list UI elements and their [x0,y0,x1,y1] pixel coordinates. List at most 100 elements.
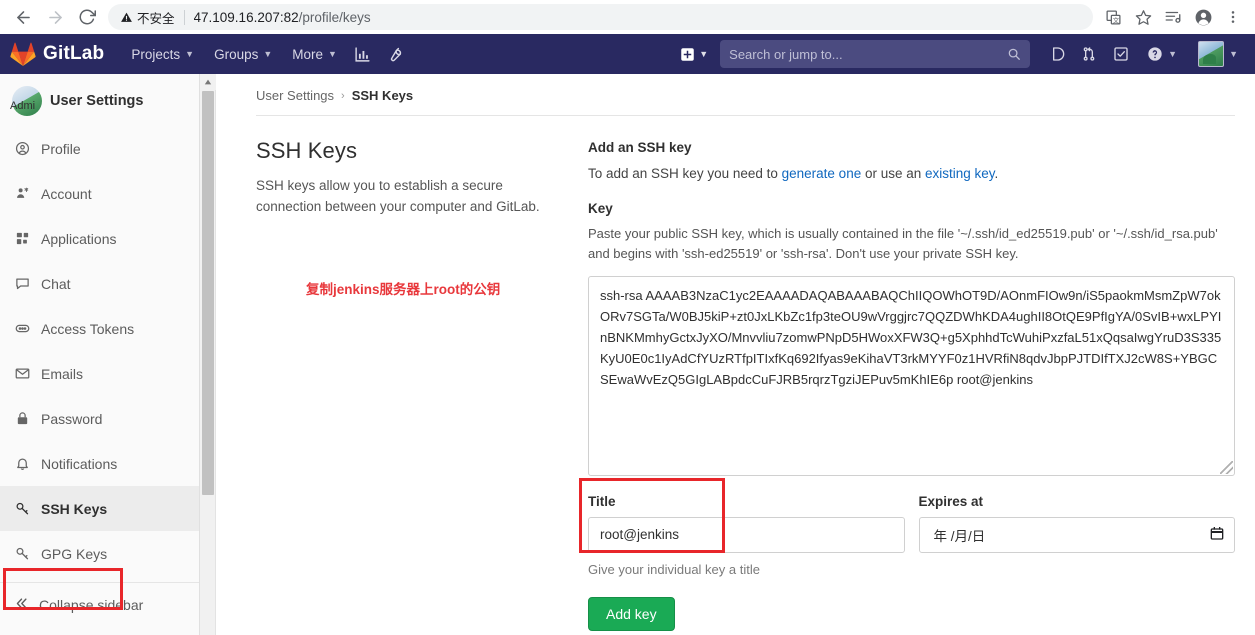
sidebar-item-gpg-keys[interactable]: GPG Keys [0,531,215,576]
sidebar-item-label: Emails [41,365,84,382]
sidebar-item-label: Applications [41,230,117,247]
help-circle-icon [1148,47,1162,61]
breadcrumb-separator-icon: › [341,89,345,102]
url-text: 47.109.16.207:82/profile/keys [194,10,371,25]
sidebar-item-emails[interactable]: Emails [0,351,215,396]
insecure-label: 不安全 [137,11,175,26]
sidebar-item-profile[interactable]: Profile [0,126,215,171]
sidebar-header: Admi User Settings [0,74,215,126]
chevron-double-left-icon [14,596,29,614]
content-columns: SSH Keys SSH keys allow you to establish… [256,116,1235,631]
bell-icon [14,456,31,471]
sidebar-item-access-tokens[interactable]: Access Tokens [0,306,215,351]
left-description-column: SSH Keys SSH keys allow you to establish… [256,138,546,631]
chat-icon [14,276,31,291]
sidebar-item-ssh-keys[interactable]: SSH Keys [0,486,215,531]
navbar-right: ▼ Search or jump to... ▼ ▼ [674,35,1247,73]
form-intro-text: To add an SSH key you need to generate o… [588,163,1235,185]
gitlab-tanuki-icon [10,42,36,66]
page-title: SSH Keys [256,138,358,163]
sidebar-scrollbar[interactable] [199,74,216,635]
calendar-icon[interactable] [1209,525,1225,544]
forward-arrow-icon[interactable] [40,3,70,31]
merge-requests-icon[interactable] [1074,40,1104,68]
sidebar-nav: Profile Account Applications Chat Access… [0,126,215,635]
sidebar-item-label: Account [41,185,92,202]
insecure-indicator[interactable]: 不安全 [120,8,175,27]
browser-toolbar: 不安全 47.109.16.207:82/profile/keys 文 [0,0,1255,34]
nav-projects-label: Projects [131,46,181,62]
key-icon [14,501,31,516]
scrollbar-thumb[interactable] [202,91,214,495]
expires-field-group: Expires at 年 /月/日 [918,494,1235,577]
issues-icon[interactable] [1042,40,1072,68]
generate-one-link[interactable]: generate one [782,166,862,181]
browser-action-icons: 文 [1097,3,1247,31]
wrench-icon[interactable] [380,40,410,68]
chevron-down-icon: ▼ [185,49,195,59]
avatar: Admi [10,86,42,116]
translate-icon[interactable]: 文 [1099,3,1127,31]
more-menu-icon[interactable] [1219,3,1247,31]
add-key-form: Add an SSH key To add an SSH key you nee… [579,138,1235,631]
expires-date-input[interactable]: 年 /月/日 [918,516,1235,553]
page-description: SSH keys allow you to establish a secure… [256,178,540,214]
sidebar-item-password[interactable]: Password [0,396,215,441]
sidebar-item-account[interactable]: Account [0,171,215,216]
chevron-down-icon: ▼ [1229,49,1238,59]
title-field-group: Title root@jenkins Give your individual … [579,477,905,577]
page-body: Admi User Settings Profile Account Appli… [0,74,1255,635]
todos-icon[interactable] [1106,40,1136,68]
help-button[interactable]: ▼ [1138,40,1186,68]
browser-nav-buttons [8,3,102,31]
sidebar-item-label: Password [41,410,103,427]
scroll-up-arrow-icon[interactable] [200,74,216,90]
sidebar-item-label: Profile [41,140,81,157]
bookmark-star-icon[interactable] [1129,3,1157,31]
user-menu[interactable]: ▼ [1188,35,1247,73]
textarea-resize-handle[interactable] [1220,460,1233,474]
svg-text:文: 文 [1112,15,1119,24]
sidebar-item-label: Chat [41,275,71,292]
title-input[interactable]: root@jenkins [588,516,905,553]
search-input[interactable]: Search or jump to... [720,40,1031,68]
add-key-button[interactable]: Add key [588,596,675,631]
gitlab-home-link[interactable]: GitLab [10,42,104,66]
key-field-label: Key [588,200,613,216]
user-settings-sidebar: Admi User Settings Profile Account Appli… [0,74,216,635]
intro-prefix: To add an SSH key you need to [588,166,782,181]
sidebar-title: User Settings [50,93,144,109]
chevron-down-icon: ▼ [263,49,273,59]
sidebar-item-applications[interactable]: Applications [0,216,215,261]
gitlab-navbar: GitLab Projects ▼ Groups ▼ More ▼ ▼ Sear… [0,34,1255,74]
title-input-value: root@jenkins [600,527,679,543]
sidebar-item-label: GPG Keys [41,545,108,562]
profile-avatar-icon[interactable] [1189,3,1217,31]
form-section-title: Add an SSH key [588,140,692,155]
nav-more[interactable]: More ▼ [283,41,346,68]
reload-icon[interactable] [72,3,102,31]
chevron-down-icon: ▼ [1168,49,1178,59]
key-field-helper: Paste your public SSH key, which is usua… [588,225,1218,261]
breadcrumb-root[interactable]: User Settings [256,88,334,103]
nav-groups[interactable]: Groups ▼ [205,41,281,68]
title-expires-row: Title root@jenkins Give your individual … [579,477,1235,577]
token-icon [14,321,31,336]
existing-key-link[interactable]: existing key [925,166,995,181]
back-arrow-icon[interactable] [8,3,38,31]
key-textarea-value: ssh-rsa AAAAB3NzaC1yc2EAAAADAQABAAABAQCh… [600,287,1222,388]
sidebar-item-notifications[interactable]: Notifications [0,441,215,486]
search-icon [1008,48,1021,60]
create-new-button[interactable]: ▼ [674,43,714,66]
sidebar-item-chat[interactable]: Chat [0,261,215,306]
address-bar[interactable]: 不安全 47.109.16.207:82/profile/keys [108,4,1093,30]
url-host: 47.109.16.207:82 [193,9,299,25]
account-icon [14,186,31,201]
nav-projects[interactable]: Projects ▼ [122,41,203,68]
media-list-icon[interactable] [1159,3,1187,31]
navbar-menu: Projects ▼ Groups ▼ More ▼ [122,40,410,68]
collapse-sidebar-button[interactable]: Collapse sidebar [0,583,215,627]
applications-icon [14,231,31,246]
key-textarea[interactable]: ssh-rsa AAAAB3NzaC1yc2EAAAADAQABAAABAQCh… [588,275,1235,476]
analytics-chart-icon[interactable] [348,40,378,68]
